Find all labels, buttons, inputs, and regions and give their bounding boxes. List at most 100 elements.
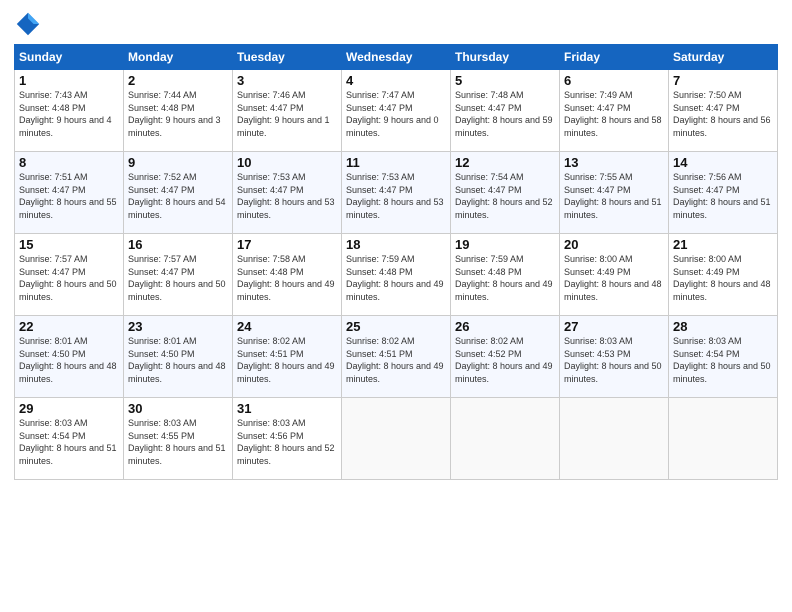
day-number: 31 — [237, 401, 337, 416]
calendar-cell: 25 Sunrise: 8:02 AM Sunset: 4:51 PM Dayl… — [342, 316, 451, 398]
calendar-table: SundayMondayTuesdayWednesdayThursdayFrid… — [14, 44, 778, 480]
cell-details: Sunrise: 8:02 AM Sunset: 4:51 PM Dayligh… — [346, 335, 446, 385]
logo — [14, 10, 46, 38]
day-number: 10 — [237, 155, 337, 170]
calendar-cell: 13 Sunrise: 7:55 AM Sunset: 4:47 PM Dayl… — [560, 152, 669, 234]
header — [14, 10, 778, 38]
day-number: 21 — [673, 237, 773, 252]
day-number: 13 — [564, 155, 664, 170]
calendar-cell: 23 Sunrise: 8:01 AM Sunset: 4:50 PM Dayl… — [124, 316, 233, 398]
calendar-cell: 8 Sunrise: 7:51 AM Sunset: 4:47 PM Dayli… — [15, 152, 124, 234]
day-number: 1 — [19, 73, 119, 88]
day-number: 9 — [128, 155, 228, 170]
day-number: 27 — [564, 319, 664, 334]
day-number: 5 — [455, 73, 555, 88]
calendar-cell: 22 Sunrise: 8:01 AM Sunset: 4:50 PM Dayl… — [15, 316, 124, 398]
cell-details: Sunrise: 7:58 AM Sunset: 4:48 PM Dayligh… — [237, 253, 337, 303]
cell-details: Sunrise: 7:53 AM Sunset: 4:47 PM Dayligh… — [237, 171, 337, 221]
calendar-cell: 27 Sunrise: 8:03 AM Sunset: 4:53 PM Dayl… — [560, 316, 669, 398]
cell-details: Sunrise: 7:44 AM Sunset: 4:48 PM Dayligh… — [128, 89, 228, 139]
day-number: 28 — [673, 319, 773, 334]
logo-icon — [14, 10, 42, 38]
cell-details: Sunrise: 8:01 AM Sunset: 4:50 PM Dayligh… — [128, 335, 228, 385]
cell-details: Sunrise: 8:01 AM Sunset: 4:50 PM Dayligh… — [19, 335, 119, 385]
cell-details: Sunrise: 7:48 AM Sunset: 4:47 PM Dayligh… — [455, 89, 555, 139]
day-number: 14 — [673, 155, 773, 170]
cell-details: Sunrise: 7:53 AM Sunset: 4:47 PM Dayligh… — [346, 171, 446, 221]
cell-details: Sunrise: 8:03 AM Sunset: 4:56 PM Dayligh… — [237, 417, 337, 467]
day-number: 17 — [237, 237, 337, 252]
cell-details: Sunrise: 7:54 AM Sunset: 4:47 PM Dayligh… — [455, 171, 555, 221]
week-row-2: 8 Sunrise: 7:51 AM Sunset: 4:47 PM Dayli… — [15, 152, 778, 234]
calendar-cell: 9 Sunrise: 7:52 AM Sunset: 4:47 PM Dayli… — [124, 152, 233, 234]
calendar-cell: 15 Sunrise: 7:57 AM Sunset: 4:47 PM Dayl… — [15, 234, 124, 316]
day-number: 30 — [128, 401, 228, 416]
col-header-sunday: Sunday — [15, 45, 124, 70]
week-row-5: 29 Sunrise: 8:03 AM Sunset: 4:54 PM Dayl… — [15, 398, 778, 480]
cell-details: Sunrise: 8:00 AM Sunset: 4:49 PM Dayligh… — [673, 253, 773, 303]
calendar-cell: 29 Sunrise: 8:03 AM Sunset: 4:54 PM Dayl… — [15, 398, 124, 480]
calendar-cell — [560, 398, 669, 480]
col-header-saturday: Saturday — [669, 45, 778, 70]
calendar-cell: 24 Sunrise: 8:02 AM Sunset: 4:51 PM Dayl… — [233, 316, 342, 398]
day-number: 15 — [19, 237, 119, 252]
cell-details: Sunrise: 8:03 AM Sunset: 4:53 PM Dayligh… — [564, 335, 664, 385]
day-number: 8 — [19, 155, 119, 170]
cell-details: Sunrise: 7:52 AM Sunset: 4:47 PM Dayligh… — [128, 171, 228, 221]
cell-details: Sunrise: 8:03 AM Sunset: 4:54 PM Dayligh… — [673, 335, 773, 385]
cell-details: Sunrise: 7:59 AM Sunset: 4:48 PM Dayligh… — [455, 253, 555, 303]
cell-details: Sunrise: 7:49 AM Sunset: 4:47 PM Dayligh… — [564, 89, 664, 139]
day-number: 26 — [455, 319, 555, 334]
calendar-cell: 16 Sunrise: 7:57 AM Sunset: 4:47 PM Dayl… — [124, 234, 233, 316]
cell-details: Sunrise: 8:00 AM Sunset: 4:49 PM Dayligh… — [564, 253, 664, 303]
day-number: 18 — [346, 237, 446, 252]
cell-details: Sunrise: 7:56 AM Sunset: 4:47 PM Dayligh… — [673, 171, 773, 221]
cell-details: Sunrise: 7:43 AM Sunset: 4:48 PM Dayligh… — [19, 89, 119, 139]
cell-details: Sunrise: 7:55 AM Sunset: 4:47 PM Dayligh… — [564, 171, 664, 221]
cell-details: Sunrise: 7:46 AM Sunset: 4:47 PM Dayligh… — [237, 89, 337, 139]
day-number: 12 — [455, 155, 555, 170]
cell-details: Sunrise: 7:59 AM Sunset: 4:48 PM Dayligh… — [346, 253, 446, 303]
day-number: 23 — [128, 319, 228, 334]
day-number: 2 — [128, 73, 228, 88]
calendar-cell: 18 Sunrise: 7:59 AM Sunset: 4:48 PM Dayl… — [342, 234, 451, 316]
col-header-monday: Monday — [124, 45, 233, 70]
header-row: SundayMondayTuesdayWednesdayThursdayFrid… — [15, 45, 778, 70]
day-number: 20 — [564, 237, 664, 252]
week-row-1: 1 Sunrise: 7:43 AM Sunset: 4:48 PM Dayli… — [15, 70, 778, 152]
day-number: 19 — [455, 237, 555, 252]
cell-details: Sunrise: 7:57 AM Sunset: 4:47 PM Dayligh… — [128, 253, 228, 303]
calendar-cell: 5 Sunrise: 7:48 AM Sunset: 4:47 PM Dayli… — [451, 70, 560, 152]
col-header-friday: Friday — [560, 45, 669, 70]
day-number: 25 — [346, 319, 446, 334]
day-number: 11 — [346, 155, 446, 170]
calendar-cell: 26 Sunrise: 8:02 AM Sunset: 4:52 PM Dayl… — [451, 316, 560, 398]
cell-details: Sunrise: 8:03 AM Sunset: 4:55 PM Dayligh… — [128, 417, 228, 467]
day-number: 6 — [564, 73, 664, 88]
calendar-cell: 11 Sunrise: 7:53 AM Sunset: 4:47 PM Dayl… — [342, 152, 451, 234]
day-number: 29 — [19, 401, 119, 416]
calendar-cell: 31 Sunrise: 8:03 AM Sunset: 4:56 PM Dayl… — [233, 398, 342, 480]
day-number: 7 — [673, 73, 773, 88]
calendar-cell: 1 Sunrise: 7:43 AM Sunset: 4:48 PM Dayli… — [15, 70, 124, 152]
calendar-cell: 19 Sunrise: 7:59 AM Sunset: 4:48 PM Dayl… — [451, 234, 560, 316]
calendar-cell: 30 Sunrise: 8:03 AM Sunset: 4:55 PM Dayl… — [124, 398, 233, 480]
calendar-cell: 10 Sunrise: 7:53 AM Sunset: 4:47 PM Dayl… — [233, 152, 342, 234]
cell-details: Sunrise: 8:02 AM Sunset: 4:51 PM Dayligh… — [237, 335, 337, 385]
calendar-cell: 28 Sunrise: 8:03 AM Sunset: 4:54 PM Dayl… — [669, 316, 778, 398]
calendar-cell: 6 Sunrise: 7:49 AM Sunset: 4:47 PM Dayli… — [560, 70, 669, 152]
calendar-cell — [451, 398, 560, 480]
calendar-cell: 7 Sunrise: 7:50 AM Sunset: 4:47 PM Dayli… — [669, 70, 778, 152]
calendar-cell: 17 Sunrise: 7:58 AM Sunset: 4:48 PM Dayl… — [233, 234, 342, 316]
col-header-thursday: Thursday — [451, 45, 560, 70]
day-number: 4 — [346, 73, 446, 88]
week-row-3: 15 Sunrise: 7:57 AM Sunset: 4:47 PM Dayl… — [15, 234, 778, 316]
calendar-cell: 2 Sunrise: 7:44 AM Sunset: 4:48 PM Dayli… — [124, 70, 233, 152]
week-row-4: 22 Sunrise: 8:01 AM Sunset: 4:50 PM Dayl… — [15, 316, 778, 398]
cell-details: Sunrise: 7:47 AM Sunset: 4:47 PM Dayligh… — [346, 89, 446, 139]
cell-details: Sunrise: 7:50 AM Sunset: 4:47 PM Dayligh… — [673, 89, 773, 139]
calendar-cell: 12 Sunrise: 7:54 AM Sunset: 4:47 PM Dayl… — [451, 152, 560, 234]
cell-details: Sunrise: 8:02 AM Sunset: 4:52 PM Dayligh… — [455, 335, 555, 385]
day-number: 3 — [237, 73, 337, 88]
calendar-cell — [669, 398, 778, 480]
